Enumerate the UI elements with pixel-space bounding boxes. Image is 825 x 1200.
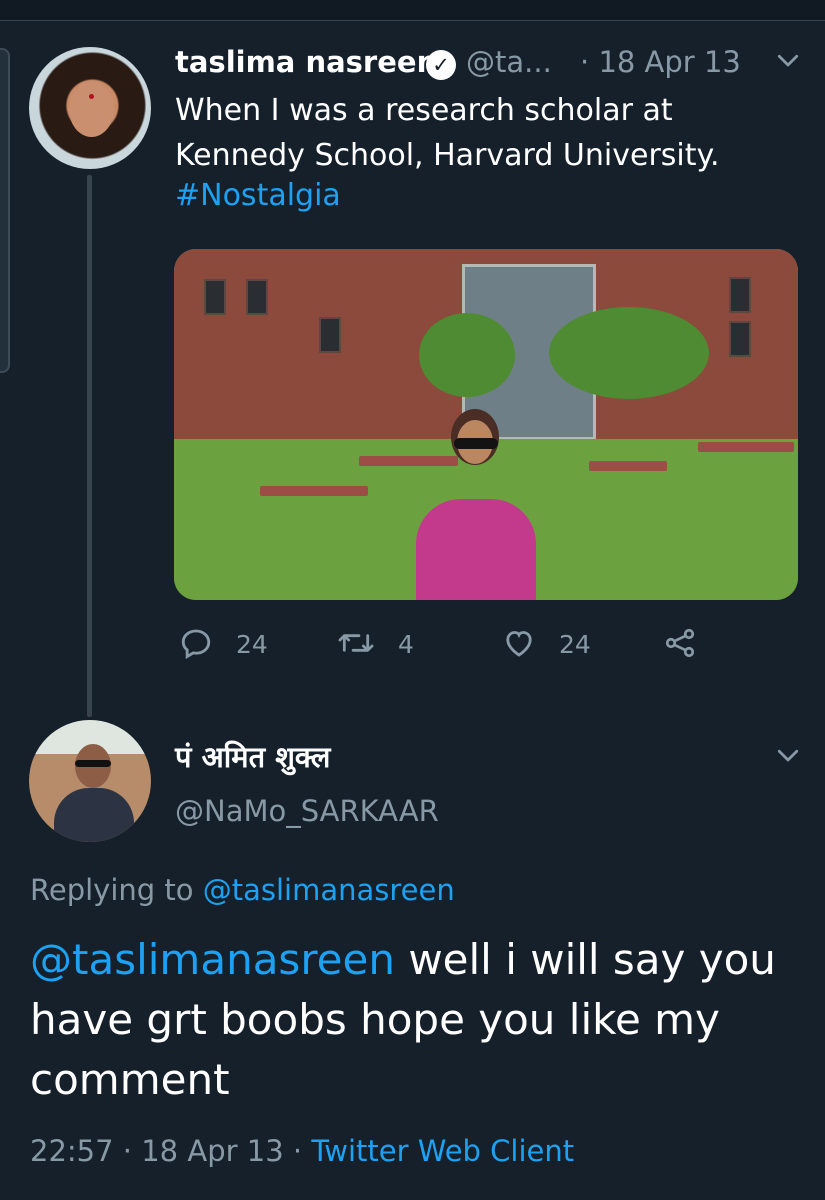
photo-picnic-table <box>589 461 667 471</box>
avatar[interactable] <box>29 47 151 169</box>
thread-connector-line <box>87 175 92 717</box>
avatar-bindi <box>89 94 94 99</box>
meta-separator: · <box>283 1134 312 1168</box>
photo-window <box>204 279 226 315</box>
photo-window <box>319 317 341 353</box>
replying-to-link[interactable]: @taslimanasreen <box>203 873 455 907</box>
replying-to-line: Replying to @taslimanasreen <box>30 873 455 907</box>
date-separator: · <box>580 45 590 79</box>
photo-person-shirt <box>416 499 536 600</box>
top-status-bar <box>0 0 825 21</box>
avatar-face <box>69 81 114 137</box>
hashtag-link[interactable]: #Nostalgia <box>175 178 341 213</box>
reply-date: 18 Apr 13 <box>141 1134 284 1168</box>
avatar-shirt <box>54 788 134 842</box>
replying-to-label: Replying to <box>30 873 203 907</box>
client-link[interactable]: Twitter Web Client <box>311 1134 574 1168</box>
reply-metadata: 22:57 · 18 Apr 13 · Twitter Web Client <box>30 1134 574 1168</box>
tweet-text: When I was a research scholar at Kennedy… <box>175 93 720 173</box>
photo-person-sunglasses <box>454 438 498 449</box>
photo-tree <box>419 313 515 397</box>
retweet-icon[interactable] <box>337 625 375 669</box>
reply-time: 22:57 <box>30 1134 114 1168</box>
photo-picnic-table <box>260 486 368 496</box>
share-icon[interactable] <box>662 625 698 669</box>
retweet-count: 4 <box>398 630 414 659</box>
scrollbar-thumb[interactable] <box>0 48 10 373</box>
tweet-date-text: 18 Apr 13 <box>598 45 741 79</box>
tweet-photo[interactable] <box>174 249 798 600</box>
mention-link[interactable]: @taslimanasreen <box>30 935 395 984</box>
tweet-date[interactable]: · 18 Apr 13 <box>580 45 741 79</box>
reply-author-name[interactable]: पं अमित शुक्ल <box>175 737 330 776</box>
photo-window <box>246 279 268 315</box>
photo-window <box>729 277 751 313</box>
photo-tree <box>549 307 709 399</box>
meta-separator: · <box>113 1134 142 1168</box>
chevron-down-icon[interactable] <box>770 45 806 81</box>
photo-window <box>729 321 751 357</box>
verified-badge-icon: ✓ <box>426 50 456 80</box>
reply-author-handle[interactable]: @NaMo_SARKAAR <box>175 794 439 828</box>
avatar-sunglasses <box>75 760 111 767</box>
reply-count: 24 <box>236 630 268 659</box>
tweet-author-name[interactable]: taslima nasreen <box>175 45 437 79</box>
heart-icon[interactable] <box>501 625 537 669</box>
photo-picnic-table <box>698 442 794 452</box>
like-count: 24 <box>559 630 591 659</box>
reply-text: @taslimanasreen well i will say you have… <box>30 930 795 1110</box>
tweet-author-handle[interactable]: @ta... <box>466 45 552 79</box>
photo-person <box>396 409 552 600</box>
chevron-down-icon[interactable] <box>770 740 806 776</box>
avatar[interactable] <box>29 720 151 842</box>
reply-icon[interactable] <box>178 625 214 669</box>
